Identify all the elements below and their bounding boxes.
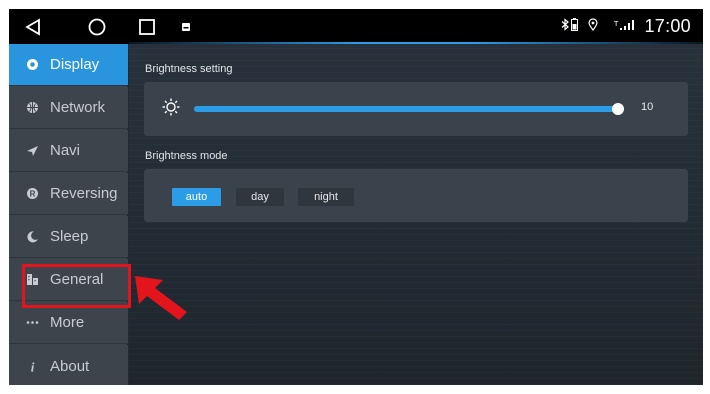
head-unit-screen: T 17:00 Display Network Navi R Reversing…	[9, 9, 703, 385]
location-icon	[588, 17, 599, 36]
highlight-box-general	[22, 264, 131, 308]
svg-text:i: i	[30, 360, 34, 373]
brightness-slider-fill	[194, 106, 618, 112]
sidebar-item-navi[interactable]: Navi	[9, 130, 128, 172]
sidebar-item-display[interactable]: Display	[9, 44, 128, 86]
brightness-value: 10	[641, 101, 654, 113]
brightness-slider[interactable]	[194, 103, 624, 115]
sidebar-item-label: Sleep	[50, 228, 89, 245]
brightness-setting-label: Brightness setting	[145, 63, 233, 75]
sidebar-item-label: Display	[50, 56, 100, 73]
navigation-arrow-icon	[25, 144, 39, 158]
status-icons: T 17:00	[561, 9, 691, 44]
brightness-panel: 10	[144, 82, 688, 136]
sidebar-item-label: Navi	[50, 142, 81, 159]
sidebar-item-about[interactable]: i About	[9, 345, 128, 385]
signal-icon: T	[613, 18, 636, 36]
clock: 17:00	[644, 16, 691, 36]
display-icon	[25, 58, 39, 72]
brightness-mode-label: Brightness mode	[145, 150, 228, 162]
sidebar-item-sleep[interactable]: Sleep	[9, 216, 128, 258]
sidebar-item-label: More	[50, 314, 85, 331]
display-settings-panel: Brightness setting 10 Brightness mode au…	[129, 44, 703, 385]
sidebar-item-label: About	[50, 357, 90, 375]
settings-sidebar: Display Network Navi R Reversing Sleep G…	[9, 44, 128, 385]
svg-text:T: T	[614, 20, 619, 28]
battery-icon	[571, 17, 579, 36]
sidebar-item-label: Network	[50, 99, 106, 116]
pointer-arrow-icon	[135, 276, 187, 320]
mode-night-button[interactable]: night	[298, 188, 354, 206]
moon-icon	[25, 230, 39, 244]
mode-auto-button[interactable]: auto	[172, 188, 221, 206]
svg-text:R: R	[29, 189, 35, 198]
brightness-mode-panel: auto day night	[144, 169, 688, 222]
home-circle-icon[interactable]	[85, 9, 109, 44]
recents-square-icon[interactable]	[137, 9, 157, 44]
sun-icon	[162, 98, 180, 121]
globe-icon	[25, 101, 39, 115]
reverse-r-icon: R	[25, 187, 39, 201]
notification-icon	[179, 9, 193, 44]
status-bar: T 17:00	[9, 9, 703, 44]
sidebar-item-network[interactable]: Network	[9, 87, 128, 129]
sidebar-item-more[interactable]: More	[9, 302, 128, 344]
brightness-slider-thumb[interactable]	[612, 103, 624, 115]
info-icon: i	[25, 359, 39, 373]
back-triangle-icon[interactable]	[21, 9, 45, 44]
bluetooth-icon	[561, 17, 570, 36]
dots-icon	[25, 316, 39, 330]
mode-day-button[interactable]: day	[236, 188, 284, 206]
sidebar-item-reversing[interactable]: R Reversing	[9, 173, 128, 215]
sidebar-item-label: Reversing	[50, 185, 118, 202]
